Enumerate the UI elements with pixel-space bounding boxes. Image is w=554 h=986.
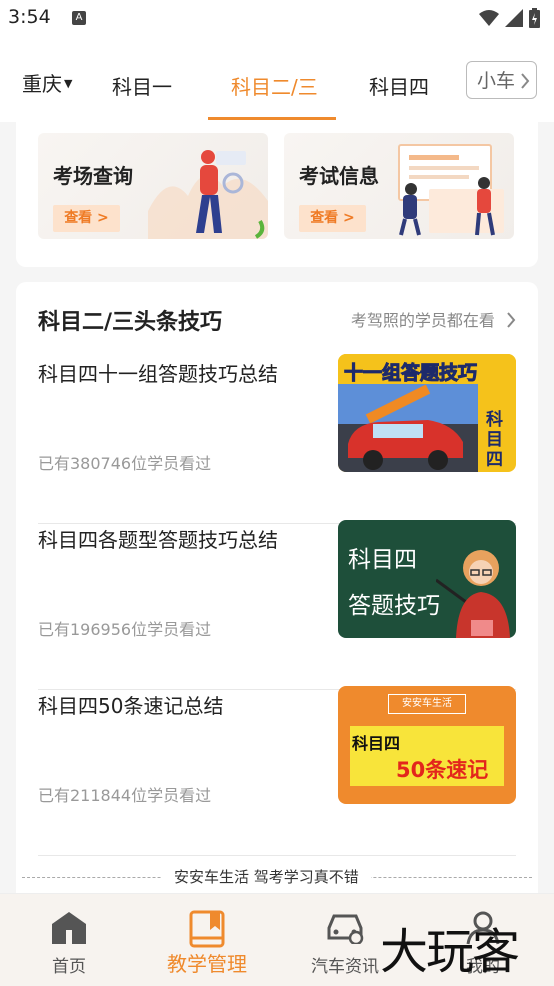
venue-illustration bbox=[148, 150, 268, 239]
tips-section-card: 科目二/三头条技巧 考驾照的学员都在看 科目四十一组答题技巧总结 已有38074… bbox=[16, 282, 538, 902]
status-icons bbox=[479, 8, 540, 28]
exam-info-title: 考试信息 bbox=[299, 164, 379, 188]
article-item[interactable]: 科目四50条速记总结 已有211844位学员看过 安安车生活 科目四 50条速记 bbox=[38, 686, 516, 856]
article-views: 已有196956位学员看过 bbox=[38, 620, 212, 639]
wifi-icon bbox=[479, 10, 499, 26]
exam-venue-title: 考场查询 bbox=[53, 164, 133, 188]
thumb-line-one: 科目四 bbox=[352, 734, 401, 753]
nav-teaching-label: 教学管理 bbox=[167, 952, 247, 976]
thumb-headline: 十一组答题技巧 bbox=[343, 362, 478, 385]
chevron-right-icon bbox=[521, 73, 530, 89]
thumb-subject: 科目四 bbox=[486, 410, 503, 470]
home-icon bbox=[52, 912, 86, 944]
city-label: 重庆 bbox=[22, 72, 62, 96]
exam-venue-card[interactable]: 考场查询 查看 > bbox=[38, 133, 268, 239]
car-icon bbox=[327, 914, 364, 944]
teacher-illustration bbox=[436, 550, 510, 638]
watermark-text: 大玩客 bbox=[380, 924, 520, 980]
article-thumbnail: 安安车生活 科目四 50条速记 bbox=[338, 686, 516, 804]
nav-home-label: 首页 bbox=[52, 957, 86, 977]
tab-subject-four[interactable]: 科目四 bbox=[369, 71, 429, 100]
article-title: 科目四十一组答题技巧总结 bbox=[38, 362, 278, 386]
article-thumbnail: 十一组答题技巧 科目四 bbox=[338, 354, 516, 472]
article-item[interactable]: 科目四各题型答题技巧总结 已有196956位学员看过 科目四 答题技巧 bbox=[38, 520, 516, 690]
city-selector[interactable]: 重庆 ▼ bbox=[22, 68, 72, 97]
status-bar: 3:54 A bbox=[0, 0, 554, 36]
car-illustration bbox=[338, 384, 478, 472]
notification-a-icon: A bbox=[72, 11, 86, 25]
article-views: 已有380746位学员看过 bbox=[38, 454, 212, 473]
status-time: 3:54 bbox=[8, 6, 51, 28]
quick-links-card: 考场查询 查看 > 考试信息 查看 > bbox=[16, 122, 538, 267]
article-item[interactable]: 科目四十一组答题技巧总结 已有380746位学员看过 十一组答题技巧 科目四 bbox=[38, 354, 516, 524]
exam-venue-view-button[interactable]: 查看 > bbox=[53, 205, 120, 232]
thumb-brand: 安安车生活 bbox=[388, 694, 466, 714]
active-tab-indicator bbox=[208, 117, 336, 120]
article-title: 科目四各题型答题技巧总结 bbox=[38, 528, 278, 552]
tab-subject-one[interactable]: 科目一 bbox=[112, 71, 172, 100]
caret-down-icon: ▼ bbox=[64, 77, 73, 90]
exam-info-view-button[interactable]: 查看 > bbox=[299, 205, 366, 232]
signal-icon bbox=[505, 9, 523, 27]
footer-slogan: 安安车生活 驾考学习真不错 bbox=[162, 866, 371, 887]
article-thumbnail: 科目四 答题技巧 bbox=[338, 520, 516, 638]
thumb-line-one: 科目四 bbox=[348, 547, 417, 573]
battery-icon bbox=[529, 8, 540, 28]
nav-teaching[interactable]: 教学管理 bbox=[138, 894, 276, 986]
section-more-label: 考驾照的学员都在看 bbox=[350, 311, 495, 330]
vehicle-type-label: 小车 bbox=[477, 70, 516, 92]
exam-info-card[interactable]: 考试信息 查看 > bbox=[284, 133, 514, 239]
tab-subject-two-three[interactable]: 科目二/三 bbox=[231, 71, 318, 100]
vehicle-type-button[interactable]: 小车 bbox=[466, 61, 537, 99]
subject-tab-bar: 重庆 ▼ 科目一 科目二/三 科目四 小车 bbox=[0, 36, 554, 122]
article-views: 已有211844位学员看过 bbox=[38, 786, 212, 805]
thumb-line-two: 50条速记 bbox=[396, 758, 489, 782]
thumb-line-two: 答题技巧 bbox=[348, 593, 440, 619]
section-title: 科目二/三头条技巧 bbox=[38, 310, 223, 335]
section-more-link[interactable]: 考驾照的学员都在看 bbox=[351, 307, 516, 331]
book-icon bbox=[189, 910, 225, 948]
chevron-right-icon bbox=[507, 312, 516, 328]
article-title: 科目四50条速记总结 bbox=[38, 694, 224, 718]
nav-home[interactable]: 首页 bbox=[0, 894, 138, 986]
exam-info-illustration bbox=[398, 144, 504, 236]
